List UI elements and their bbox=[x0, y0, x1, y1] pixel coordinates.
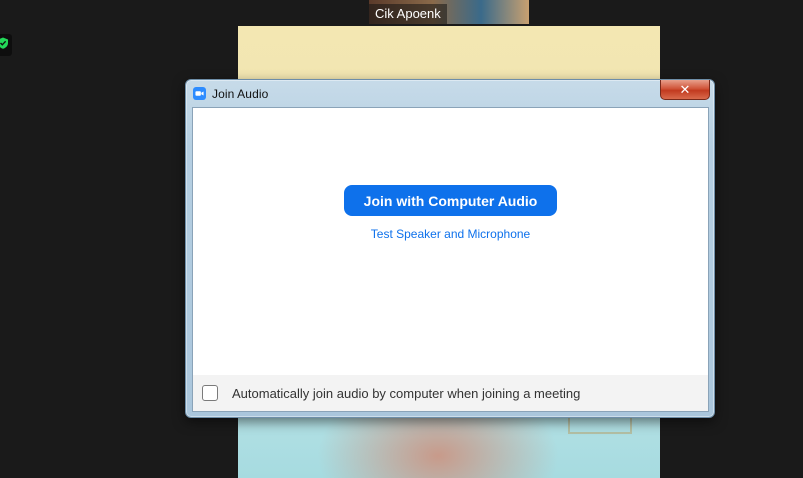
dialog-titlebar[interactable]: Join Audio ✕ bbox=[186, 80, 714, 107]
dialog-title: Join Audio bbox=[212, 86, 269, 101]
shield-check-icon bbox=[0, 36, 9, 54]
join-computer-audio-button[interactable]: Join with Computer Audio bbox=[344, 185, 557, 216]
dialog-footer: Automatically join audio by computer whe… bbox=[193, 375, 708, 411]
auto-join-checkbox[interactable] bbox=[202, 385, 218, 401]
auto-join-label[interactable]: Automatically join audio by computer whe… bbox=[232, 386, 580, 401]
close-icon: ✕ bbox=[679, 81, 691, 97]
close-button[interactable]: ✕ bbox=[660, 80, 710, 100]
participant-name-tag: Cik Apoenk bbox=[369, 4, 447, 24]
test-speaker-microphone-link[interactable]: Test Speaker and Microphone bbox=[193, 227, 708, 241]
meeting-window: Cik Apoenk Join Audio ✕ Join with Comput… bbox=[0, 0, 803, 478]
security-badge[interactable] bbox=[0, 34, 12, 56]
dialog-content: Join with Computer Audio Test Speaker an… bbox=[192, 107, 709, 412]
zoom-camera-icon bbox=[193, 87, 206, 100]
join-audio-dialog: Join Audio ✕ Join with Computer Audio Te… bbox=[185, 79, 715, 418]
